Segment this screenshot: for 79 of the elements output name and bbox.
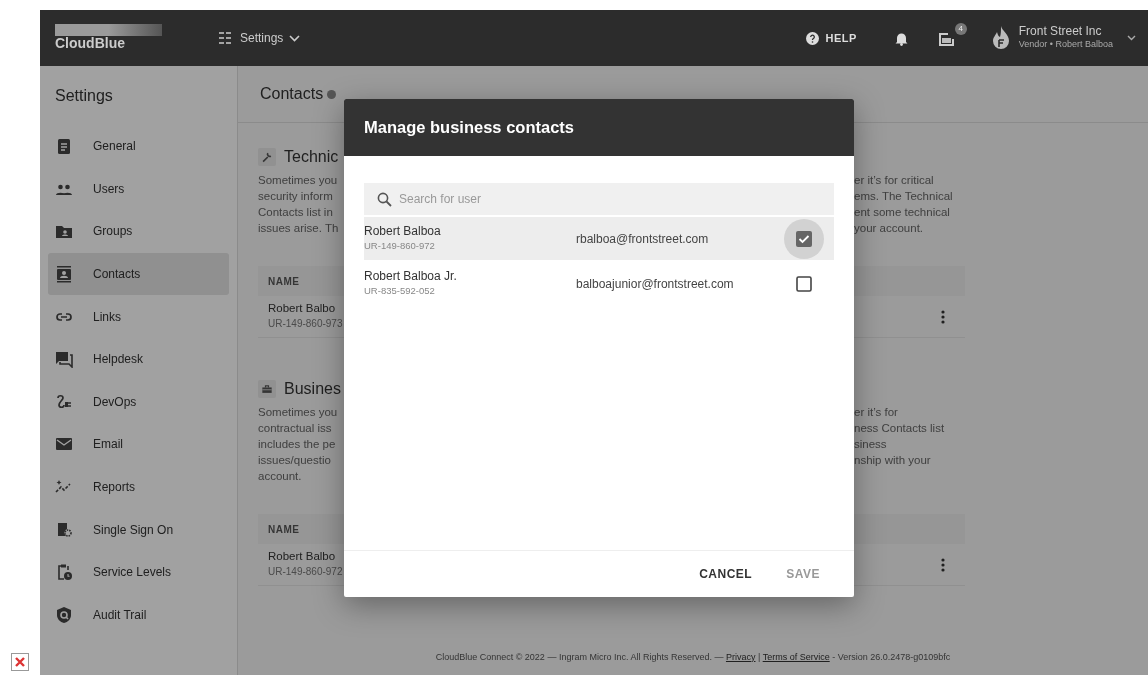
clipboard-icon [55,137,73,156]
broken-image-icon [11,653,29,671]
user-id: UR-149-860-972 [364,238,436,253]
user-row[interactable]: Robert Balboa UR-149-860-972 rbalboa@frontstreet.com [364,217,834,260]
chat-icon [55,350,73,369]
user-id: UR-835-592-052 [364,283,436,298]
user-name: Robert Balboa [364,224,442,239]
more-icon[interactable] [941,309,945,324]
dialog-button[interactable]: CANCEL [687,559,765,589]
description-text: issues arise. Th [258,221,340,236]
flame-logo-icon [990,26,1011,50]
contact-name: Robert Balbo [268,302,337,316]
chevron-down-icon [289,34,301,42]
door-gear-icon [55,520,73,539]
contact-id: UR-149-860-972 [268,564,343,579]
description-text: issues/questio [258,453,332,468]
sidebar-item[interactable]: Links [48,295,229,338]
sidebar-item[interactable]: Contacts [48,252,229,296]
description-text: includes the pe [258,437,337,452]
account-role: Vendor • Robert Balboa [1018,38,1113,52]
sidebar-title: Settings [54,85,114,106]
sliders-icon [218,31,234,45]
sidebar-item[interactable]: Email [48,423,229,466]
checkbox[interactable] [784,218,824,259]
account-name: Front Street Inc [1018,24,1103,39]
version-text: - Version 26.0.2478-g0109bfc [832,651,951,662]
sidebar-item[interactable]: Single Sign On [48,508,229,551]
user-email: rbalboa@frontstreet.com [576,230,710,248]
sidebar-item[interactable]: Helpdesk [48,337,229,381]
sidebar-item[interactable]: Service Levels [48,550,229,594]
description-text: Contacts list in [258,205,334,220]
description-text: er it’s for critical [854,173,935,188]
logo-bar-icon [55,24,162,37]
help-icon [806,31,820,45]
contact-card-icon [55,265,73,284]
search-field[interactable]: Search for user [364,183,834,215]
description-text: er it’s for [854,405,899,420]
chevron-down-icon[interactable] [1127,35,1136,41]
briefcase-icon [258,380,276,398]
description-text: Sometimes you [258,405,339,420]
dialog-title: Manage business contacts [364,117,574,139]
user-email: balboajunior@frontstreet.com [576,275,735,293]
wrench-icon [258,148,276,166]
footer-separator: | [758,651,761,662]
sidebar-item[interactable]: Groups [48,210,229,253]
logo-text: CloudBlue [55,36,126,52]
settings-menu[interactable]: Settings [218,29,301,47]
shield-icon [55,605,73,624]
contact-name: Robert Balbo [268,550,337,564]
terms-link[interactable]: Terms of Service [762,651,830,662]
description-text: ent some technical [854,205,951,220]
section-title: Technic [284,147,339,167]
description-text: contractual iss [258,421,333,436]
description-text: ness Contacts list [854,421,946,436]
description-text: nship with your [854,453,932,468]
sidebar-item[interactable]: General [48,125,229,168]
plug-icon [55,392,73,411]
user-name: Robert Balboa Jr. [364,269,458,284]
description-text: siness [854,437,888,452]
sidebar-item[interactable]: Audit Trail [48,593,229,637]
description-text: Sometimes you [258,173,339,188]
more-icon[interactable] [941,557,945,572]
help-icon [327,89,337,99]
sidebar-item[interactable]: Users [48,167,229,211]
footer-text: CloudBlue Connect © 2022 — Ingram Micro Inc. All Rights Reserved. — [435,651,724,662]
description-text: ems. The Technical [854,189,954,204]
help-button[interactable]: HELP [806,29,857,47]
section-title: Busines [284,379,341,399]
clipboard-clock-icon [55,563,73,582]
description-text: security inform [258,189,334,204]
sidebar-item[interactable]: Reports [48,465,229,509]
contact-id: UR-149-860-973 [268,316,343,331]
privacy-link[interactable]: Privacy [725,651,756,662]
description-text: account. [258,469,303,484]
sidebar-item[interactable]: DevOps [48,380,229,424]
notification-badge: 4 [954,22,967,35]
description-text: your account. [854,221,925,236]
page-title: Contacts [260,84,324,104]
checkbox[interactable] [796,275,812,292]
